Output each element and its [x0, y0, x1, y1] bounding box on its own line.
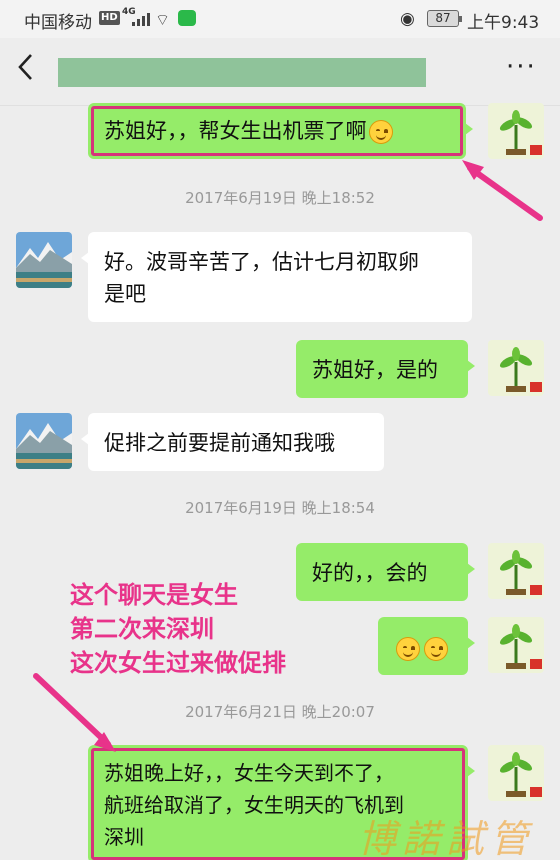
annotation-line: 这次女生过来做促排 [70, 648, 286, 677]
carrier-name: 中国移动 [24, 13, 92, 33]
clock: 上午9:43 [467, 13, 540, 33]
annotation-text: 这个聊天是女生 第二次来深圳 这次女生过来做促排 [70, 578, 286, 680]
message-bubble-incoming[interactable]: 促排之前要提前通知我哦 [81, 413, 384, 471]
battery-icon: 87 [427, 10, 462, 27]
contact-avatar[interactable] [16, 232, 72, 288]
contact-avatar[interactable] [16, 413, 72, 469]
chat-header: ··· [0, 38, 560, 106]
message-bubble-outgoing[interactable]: 苏姐好，是的 [296, 340, 475, 398]
smile-emoji-icon [424, 637, 448, 661]
message-text: 好的，，会的 [312, 561, 428, 585]
my-avatar[interactable] [488, 617, 544, 673]
wifi-icon: ⌔ [155, 10, 171, 29]
chevron-left-icon[interactable] [16, 52, 36, 88]
message-bubble-outgoing[interactable]: 好的，，会的 [296, 543, 475, 601]
message-line: 好。波哥辛苦了，估计七月初取卵 [104, 250, 419, 274]
wechat-status-icon [178, 10, 196, 26]
annotation-line: 第二次来深圳 [70, 614, 214, 643]
signal-icon [132, 12, 150, 26]
my-avatar[interactable] [488, 543, 544, 599]
message-text: 促排之前要提前通知我哦 [104, 431, 335, 455]
message-bubble-outgoing[interactable] [378, 617, 475, 675]
message-text: 苏姐好，，帮女生出机票了啊 [104, 119, 367, 143]
eye-comfort-icon: ◉ [400, 9, 415, 29]
hd-badge: HD [99, 11, 120, 25]
my-avatar[interactable] [488, 103, 544, 159]
message-text: 苏姐好，是的 [312, 358, 438, 382]
message-bubble-outgoing[interactable]: 苏姐好，，帮女生出机票了啊 [88, 103, 473, 159]
annotation-line: 这个聊天是女生 [70, 580, 238, 609]
smile-emoji-icon [368, 120, 393, 144]
message-bubble-incoming[interactable]: 好。波哥辛苦了，估计七月初取卵 是吧 [81, 232, 472, 322]
timestamp: 2017年6月19日 晚上18:54 [185, 499, 375, 517]
my-avatar[interactable] [488, 745, 544, 801]
smile-emoji-icon [396, 637, 420, 661]
watermark-text: 博諾試管 [358, 817, 535, 860]
timestamp: 2017年6月21日 晚上20:07 [185, 703, 375, 721]
timestamp: 2017年6月19日 晚上18:52 [185, 189, 375, 207]
more-options-button[interactable]: ··· [506, 52, 537, 82]
contact-name-redacted [58, 58, 426, 87]
message-line: 是吧 [104, 282, 146, 306]
message-line: 苏姐晚上好，，女生今天到不了， [104, 761, 394, 785]
my-avatar[interactable] [488, 340, 544, 396]
status-bar: 中国移动 HD 4G ⌔ ◉ 87 上午9:43 [0, 0, 560, 38]
